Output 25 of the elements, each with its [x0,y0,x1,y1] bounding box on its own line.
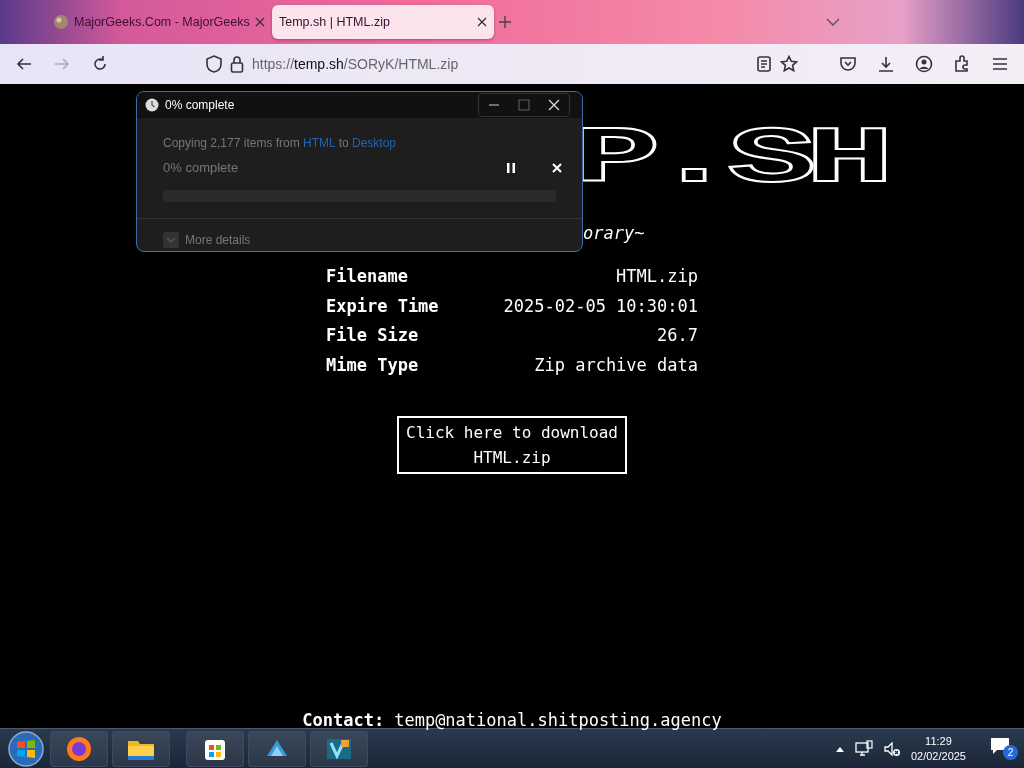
detail-value: Zip archive data [533,353,698,377]
tagline-text: orary~ [583,222,645,245]
detail-value: 26.7 [656,324,698,347]
detail-value: 2025-02-05 10:30:01 [502,294,698,318]
date-text: 02/02/2025 [910,748,966,764]
detail-label: Mime Type [326,353,420,377]
more-details-text[interactable]: More details [185,230,251,249]
destination-link[interactable]: Desktop [352,136,396,150]
percent-text: 0% complete [163,159,239,177]
detail-label: Filename [326,265,409,288]
download-button[interactable]: Click here to download HTML.zip [397,416,627,474]
dialog-title: 0% complete [165,97,235,114]
time-text: 11:29 [924,733,953,749]
browser-tab[interactable]: Temp.sh | HTML.zip [272,5,494,39]
browser-tab[interactable]: MajorGeeks.Com - MajorGeeks [46,5,268,39]
copy-status-text: Copying 2,177 items from HTML to Desktop [163,135,397,152]
contact-text: Contact: temp@national.shitposting.agency [301,709,723,732]
detail-label: File Size [326,324,420,347]
notification-button[interactable]: 2 [990,737,1018,760]
detail-value: HTML.zip [615,265,698,288]
notification-badge: 2 [1003,745,1018,760]
clock[interactable]: 11:29 02/02/2025 [910,733,966,764]
detail-label: Expire Time [326,294,440,318]
source-link[interactable]: HTML [303,136,336,150]
url-text: https://temp.sh/SORyK/HTML.zip [252,54,459,74]
